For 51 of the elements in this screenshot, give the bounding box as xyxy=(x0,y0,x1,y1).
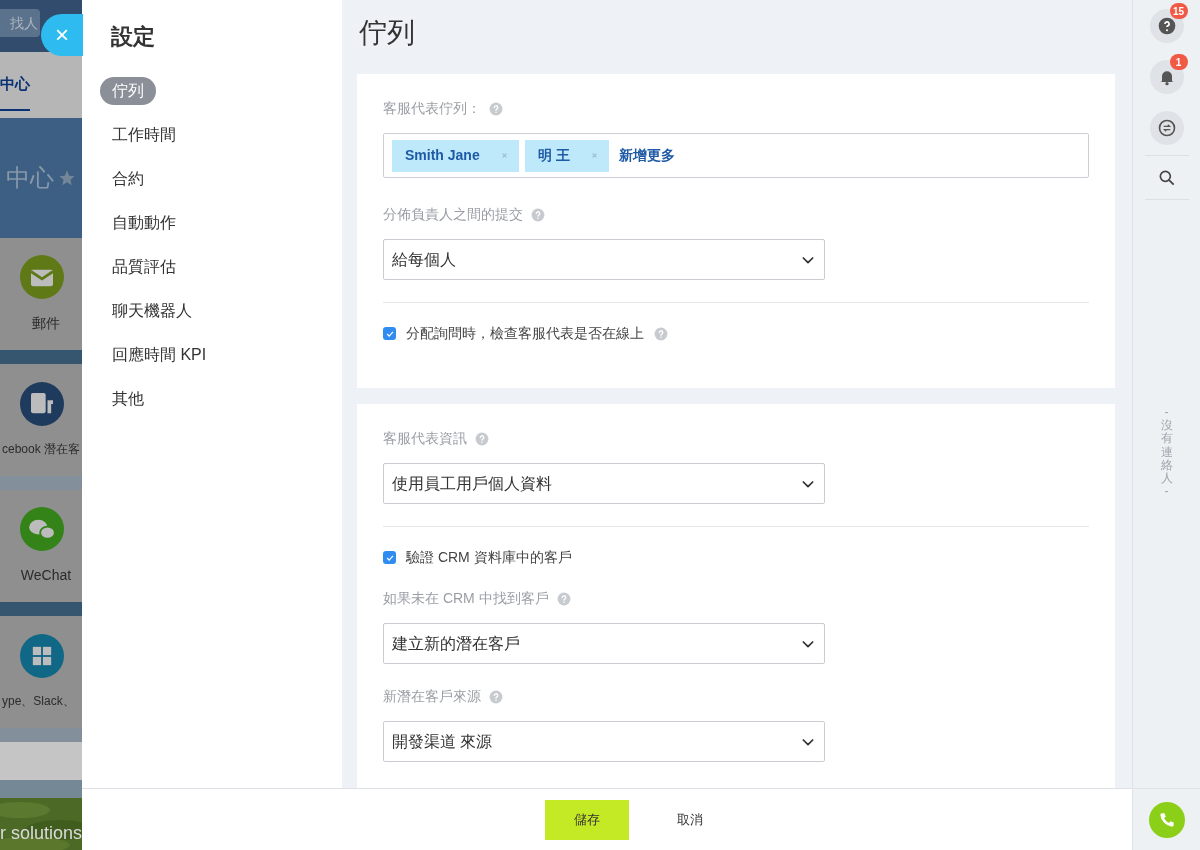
count-badge: 1 xyxy=(1169,54,1188,70)
field-label: 客服代表資訊 xyxy=(383,429,467,448)
save-button[interactable]: 儲存 xyxy=(545,799,629,840)
help-icon xyxy=(1156,16,1177,36)
nav-item[interactable]: 工作時間 xyxy=(100,121,188,149)
app-label: cebook 潛在客 xyxy=(2,441,81,458)
select-field[interactable]: 給每個人 xyxy=(383,239,825,280)
star-icon xyxy=(58,169,76,187)
nav-item[interactable]: 品質評估 xyxy=(100,253,188,281)
mail-icon xyxy=(20,254,64,299)
empty-contacts-text: - 沒有連絡人 - xyxy=(1160,406,1173,499)
field-label: 客服代表佇列： xyxy=(383,99,481,118)
nav-item[interactable]: 其他 xyxy=(100,385,156,413)
chat-button[interactable] xyxy=(1149,111,1184,145)
add-more-link[interactable]: 新增更多 xyxy=(618,145,675,166)
grid-icon xyxy=(20,634,64,678)
tag-label: 明 王 xyxy=(537,146,570,165)
document-icon xyxy=(20,382,64,426)
select-value: 給每個人 xyxy=(392,249,456,270)
select-field[interactable]: 建立新的潛在客戶 xyxy=(383,623,825,664)
count-badge: 15 xyxy=(1169,3,1188,19)
checkbox[interactable] xyxy=(383,327,396,340)
checkbox-label: 分配詢問時，檢查客服代表是否在線上 xyxy=(406,324,644,343)
footer-text: r solutions xyxy=(0,822,82,845)
app-label: ype、Slack、 xyxy=(2,693,75,710)
help-button[interactable] xyxy=(1149,9,1184,43)
nav-item[interactable]: 自動動作 xyxy=(100,209,188,237)
cancel-button[interactable]: 取消 xyxy=(661,799,719,840)
agent-input[interactable]: Smith Jane 明 王 新增更多 xyxy=(383,133,1089,178)
select-value: 使用員工用戶個人資料 xyxy=(392,473,552,494)
settings-title: 設定 xyxy=(111,23,155,51)
chat-icon xyxy=(20,506,64,551)
nav-item[interactable]: 合約 xyxy=(100,165,156,193)
chat-icon xyxy=(1156,118,1177,138)
select-value: 開發渠道 來源 xyxy=(392,731,493,752)
checkbox[interactable] xyxy=(383,551,396,564)
field-label: 新潛在客戶來源 xyxy=(383,687,481,706)
select-field[interactable]: 開發渠道 來源 xyxy=(383,721,825,762)
checkbox-label: 驗證 CRM 資料庫中的客戶 xyxy=(406,548,572,567)
field-label: 分佈負責人之間的提交 xyxy=(383,205,523,224)
nav-item[interactable]: 回應時間 KPI xyxy=(100,341,219,369)
bell-button[interactable] xyxy=(1149,60,1184,94)
nav-item[interactable]: 聊天機器人 xyxy=(100,297,204,325)
tag-label: Smith Jane xyxy=(405,146,480,165)
page-title: 佇列 xyxy=(359,16,416,50)
select-value: 建立新的潛在客戶 xyxy=(392,633,520,654)
app-label: 郵件 xyxy=(32,313,60,333)
field-label: 如果未在 CRM 中找到客戶 xyxy=(383,589,549,608)
select-field[interactable]: 使用員工用戶個人資料 xyxy=(383,463,825,504)
page-heading: 中心 xyxy=(6,163,54,193)
app-label: WeChat xyxy=(20,565,72,585)
